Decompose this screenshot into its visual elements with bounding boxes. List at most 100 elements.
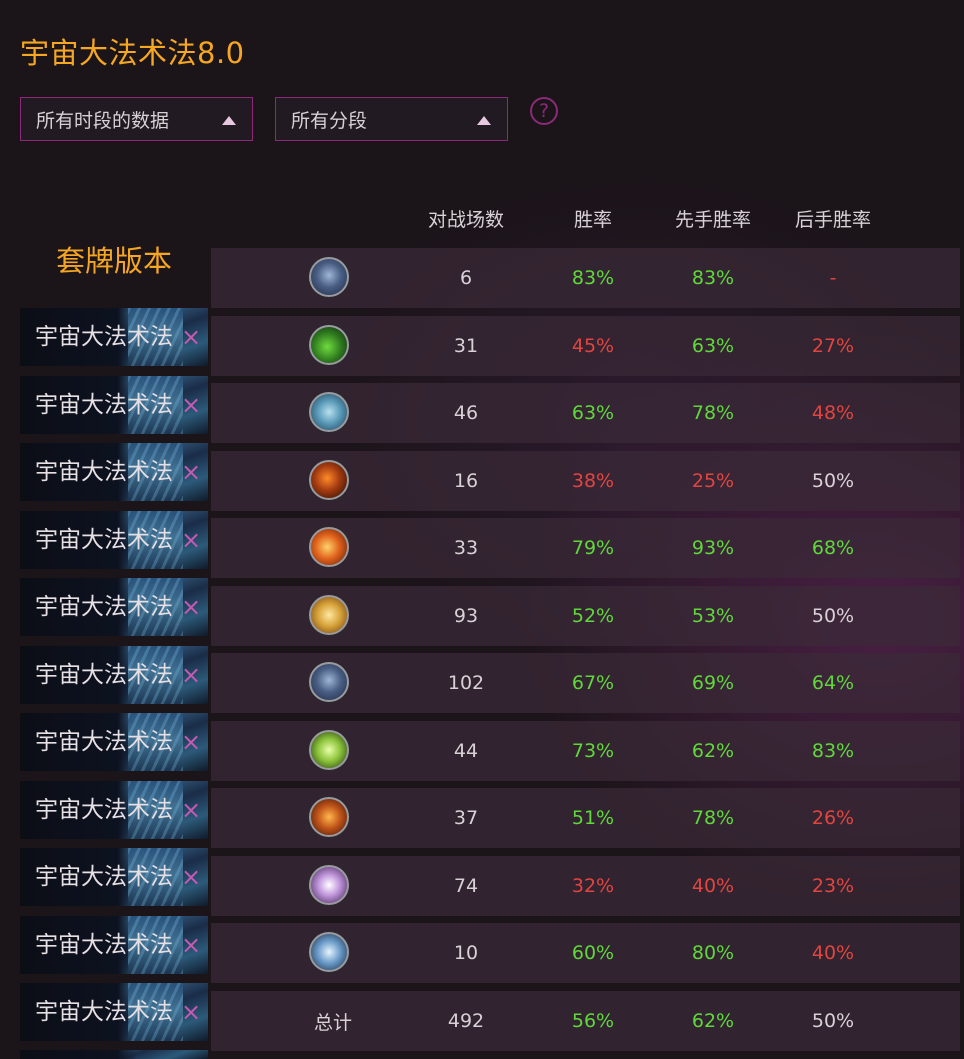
paladin-sword-class-icon bbox=[309, 932, 349, 972]
second-winrate-cell: 23% bbox=[811, 875, 855, 897]
close-icon[interactable]: × bbox=[176, 578, 206, 636]
col-second-winrate: 后手胜率 bbox=[794, 209, 871, 231]
first-winrate-cell: 53% bbox=[691, 605, 735, 627]
matchup-row[interactable]: 16 38% 25% 50% bbox=[211, 451, 960, 511]
first-winrate-cell: 83% bbox=[691, 267, 735, 289]
winrate-cell: 52% bbox=[571, 605, 615, 627]
winrate-cell: 56% bbox=[571, 1010, 615, 1032]
deck-name: 宇宙大法术法 bbox=[35, 662, 173, 688]
help-icon[interactable]: ? bbox=[530, 97, 558, 125]
rank-value: 所有分段 bbox=[291, 109, 368, 132]
deck-card[interactable]: 宇宙大法术法 × bbox=[20, 511, 208, 569]
first-winrate-cell: 78% bbox=[691, 807, 735, 829]
first-winrate-cell: 62% bbox=[691, 1010, 735, 1032]
winrate-cell: 45% bbox=[571, 335, 615, 357]
matchup-row[interactable]: 6 83% 83% - bbox=[211, 248, 960, 308]
winrate-cell: 63% bbox=[571, 402, 615, 424]
matchup-row[interactable]: 74 32% 40% 23% bbox=[211, 856, 960, 916]
deck-card[interactable]: 宇宙大法术法 × bbox=[20, 646, 208, 704]
rank-dropdown[interactable]: 所有分段 bbox=[275, 97, 508, 141]
total-row: 总计 492 56% 62% 50% bbox=[211, 991, 960, 1051]
close-icon[interactable]: × bbox=[176, 443, 206, 501]
matchup-row[interactable]: 37 51% 78% 26% bbox=[211, 788, 960, 848]
priest-class-icon bbox=[309, 865, 349, 905]
deck-name: 宇宙大法术法 bbox=[35, 932, 173, 958]
first-winrate-cell: 62% bbox=[691, 740, 735, 762]
close-icon[interactable]: × bbox=[176, 848, 206, 906]
games-cell: 102 bbox=[447, 672, 485, 694]
winrate-cell: 51% bbox=[571, 807, 615, 829]
games-cell: 44 bbox=[453, 740, 479, 762]
second-winrate-cell: 50% bbox=[811, 470, 855, 492]
close-icon[interactable]: × bbox=[176, 511, 206, 569]
deck-name: 宇宙大法术法 bbox=[35, 797, 173, 823]
total-label: 总计 bbox=[313, 1011, 352, 1034]
close-icon[interactable]: × bbox=[176, 376, 206, 434]
deck-name: 宇宙大法术法 bbox=[35, 864, 173, 890]
deck-card[interactable]: 宇宙大法术法 × bbox=[20, 376, 208, 434]
mage-class-icon bbox=[309, 257, 349, 297]
close-icon[interactable]: × bbox=[176, 781, 206, 839]
matchup-row[interactable]: 93 52% 53% 50% bbox=[211, 586, 960, 646]
time-range-dropdown[interactable]: 所有时段的数据 bbox=[20, 97, 253, 141]
deck-name: 宇宙大法术法 bbox=[35, 594, 173, 620]
matchup-row[interactable]: 44 73% 62% 83% bbox=[211, 721, 960, 781]
deck-name: 宇宙大法术法 bbox=[35, 527, 173, 553]
warlock-class-icon bbox=[309, 527, 349, 567]
paladin-class-icon bbox=[309, 595, 349, 635]
second-winrate-cell: 68% bbox=[811, 537, 855, 559]
matchup-row[interactable]: 102 67% 69% 64% bbox=[211, 653, 960, 713]
second-winrate-cell: 50% bbox=[811, 605, 855, 627]
close-icon[interactable]: × bbox=[176, 713, 206, 771]
deck-versions-header: 套牌版本 bbox=[55, 244, 172, 278]
second-winrate-cell: 83% bbox=[811, 740, 855, 762]
first-winrate-cell: 63% bbox=[691, 335, 735, 357]
deck-card[interactable]: 宇宙大法术法 × bbox=[20, 308, 208, 366]
caret-up-icon bbox=[477, 116, 491, 125]
games-cell: 33 bbox=[453, 537, 479, 559]
deck-card[interactable]: 宇宙大法术法 × bbox=[20, 578, 208, 636]
winrate-cell: 38% bbox=[571, 470, 615, 492]
winrate-cell: 32% bbox=[571, 875, 615, 897]
deck-card[interactable]: 宇宙大法术法 × bbox=[20, 916, 208, 974]
close-icon[interactable]: × bbox=[176, 646, 206, 704]
games-cell: 37 bbox=[453, 807, 479, 829]
deck-card[interactable] bbox=[20, 1050, 208, 1059]
second-winrate-cell: 48% bbox=[811, 402, 855, 424]
second-winrate-cell: 40% bbox=[811, 942, 855, 964]
second-winrate-cell: 50% bbox=[811, 1010, 855, 1032]
mage-class-icon bbox=[309, 662, 349, 702]
deck-name: 宇宙大法术法 bbox=[35, 459, 173, 485]
matchup-row[interactable]: 31 45% 63% 27% bbox=[211, 316, 960, 376]
games-cell: 492 bbox=[447, 1010, 485, 1032]
page-title: 宇宙大法术法8.0 bbox=[20, 36, 245, 70]
matchup-row[interactable]: 46 63% 78% 48% bbox=[211, 383, 960, 443]
first-winrate-cell: 80% bbox=[691, 942, 735, 964]
deck-card[interactable]: 宇宙大法术法 × bbox=[20, 848, 208, 906]
winrate-cell: 83% bbox=[571, 267, 615, 289]
second-winrate-cell: - bbox=[829, 267, 837, 289]
shaman-class-icon bbox=[309, 392, 349, 432]
first-winrate-cell: 25% bbox=[691, 470, 735, 492]
deck-card[interactable]: 宇宙大法术法 × bbox=[20, 713, 208, 771]
deck-card[interactable]: 宇宙大法术法 × bbox=[20, 443, 208, 501]
winrate-cell: 73% bbox=[571, 740, 615, 762]
games-cell: 6 bbox=[459, 267, 473, 289]
warrior-class-icon bbox=[309, 797, 349, 837]
deck-card[interactable]: 宇宙大法术法 × bbox=[20, 983, 208, 1041]
deck-card[interactable]: 宇宙大法术法 × bbox=[20, 781, 208, 839]
close-icon[interactable]: × bbox=[176, 916, 206, 974]
col-winrate: 胜率 bbox=[573, 209, 612, 231]
matchup-row[interactable]: 33 79% 93% 68% bbox=[211, 518, 960, 578]
first-winrate-cell: 93% bbox=[691, 537, 735, 559]
col-first-winrate: 先手胜率 bbox=[674, 209, 751, 231]
close-icon[interactable]: × bbox=[176, 983, 206, 1041]
deck-name: 宇宙大法术法 bbox=[35, 324, 173, 350]
winrate-cell: 60% bbox=[571, 942, 615, 964]
matchup-row[interactable]: 10 60% 80% 40% bbox=[211, 923, 960, 983]
first-winrate-cell: 78% bbox=[691, 402, 735, 424]
druid-class-icon bbox=[309, 325, 349, 365]
games-cell: 31 bbox=[453, 335, 479, 357]
close-icon[interactable]: × bbox=[176, 308, 206, 366]
games-cell: 10 bbox=[453, 942, 479, 964]
